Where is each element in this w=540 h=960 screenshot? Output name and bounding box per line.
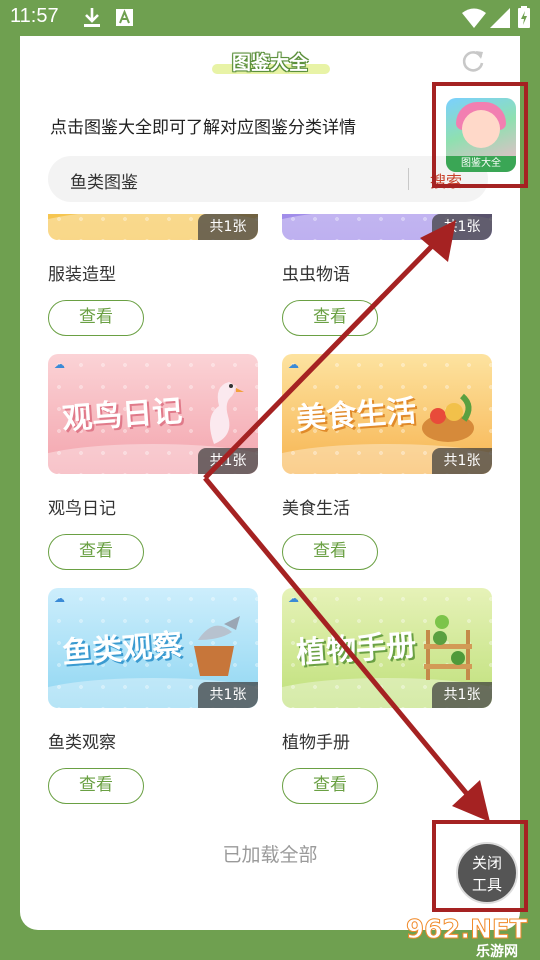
count-badge: 共1张 bbox=[432, 448, 492, 474]
category-name: 服装造型 bbox=[48, 265, 116, 285]
wifi-icon bbox=[462, 8, 486, 28]
bird-icon bbox=[210, 382, 244, 444]
view-button[interactable]: 查看 bbox=[48, 534, 144, 570]
instruction-text: 点击图鉴大全即可了解对应图鉴分类详情 bbox=[50, 118, 356, 138]
status-bar: 11:57 bbox=[0, 0, 540, 36]
character-face bbox=[462, 110, 500, 148]
view-button[interactable]: 查看 bbox=[282, 768, 378, 804]
search-input[interactable]: 鱼类图鉴 bbox=[70, 168, 138, 193]
category-thumbnail[interactable]: ☁ 美食生活 共1张 bbox=[282, 354, 492, 474]
count-badge: 共1张 bbox=[432, 682, 492, 708]
site-watermark: 962.NET 乐游网 bbox=[406, 915, 529, 960]
view-button[interactable]: 查看 bbox=[282, 534, 378, 570]
refresh-icon[interactable] bbox=[460, 48, 486, 74]
download-icon bbox=[84, 8, 100, 27]
banner-title: 植物手册 bbox=[295, 627, 418, 672]
category-thumbnail[interactable]: 共1张 bbox=[282, 214, 492, 240]
category-thumbnail[interactable]: ☁ 鱼类观察 共1张 bbox=[48, 588, 258, 708]
status-time: 11:57 bbox=[10, 5, 59, 27]
game-logo: ☁ bbox=[288, 592, 299, 605]
list-item: 共1张 服装造型 查看 bbox=[48, 214, 258, 336]
category-name: 虫虫物语 bbox=[282, 265, 350, 285]
category-name: 鱼类观察 bbox=[48, 733, 116, 753]
category-thumbnail[interactable]: ☁ 植物手册 共1张 bbox=[282, 588, 492, 708]
game-logo: ☁ bbox=[288, 358, 299, 371]
watermark-bottom: 乐游网 bbox=[476, 943, 518, 960]
category-name: 美食生活 bbox=[282, 499, 350, 519]
list-item: ☁ 观鸟日记 共1张 观鸟日记 查看 bbox=[48, 354, 258, 570]
count-badge: 共1张 bbox=[198, 448, 258, 474]
app-icon-caption: 图鉴大全 bbox=[446, 156, 516, 172]
search-divider bbox=[408, 168, 409, 190]
a-notification-icon bbox=[116, 9, 133, 26]
banner-title: 鱼类观察 bbox=[61, 627, 184, 672]
list-item: ☁ 美食生活 共1张 美食生活 查看 bbox=[282, 354, 492, 570]
search-bar: 鱼类图鉴 搜索 bbox=[48, 156, 488, 202]
list-item: 共1张 虫虫物语 查看 bbox=[282, 214, 492, 336]
list-item: ☁ 植物手册 共1张 植物手册 查看 bbox=[282, 588, 492, 804]
list-item: ☁ 鱼类观察 共1张 鱼类观察 查看 bbox=[48, 588, 258, 804]
banner-title: 美食生活 bbox=[295, 393, 418, 438]
category-name: 观鸟日记 bbox=[48, 499, 116, 519]
close-tool-line2: 工具 bbox=[471, 876, 502, 894]
view-button[interactable]: 查看 bbox=[48, 768, 144, 804]
category-name: 植物手册 bbox=[282, 733, 350, 753]
banner-title: 观鸟日记 bbox=[61, 393, 184, 438]
game-logo: ☁ bbox=[54, 592, 65, 605]
count-badge: 共1张 bbox=[198, 682, 258, 708]
fish-bucket-icon bbox=[194, 616, 240, 676]
count-badge: 共1张 bbox=[432, 214, 492, 240]
category-thumbnail[interactable]: 共1张 bbox=[48, 214, 258, 240]
battery-charging-icon bbox=[518, 6, 530, 28]
app-icon[interactable]: 图鉴大全 bbox=[446, 98, 516, 172]
count-badge: 共1张 bbox=[198, 214, 258, 240]
view-button[interactable]: 查看 bbox=[282, 300, 378, 336]
close-tool-highlight: 关闭 工具 bbox=[432, 820, 528, 912]
close-tool-button[interactable]: 关闭 工具 bbox=[456, 842, 518, 904]
watermark-top: 962.NET bbox=[406, 915, 528, 945]
header: 图鉴大全 bbox=[20, 44, 520, 80]
close-tool-line1: 关闭 bbox=[471, 854, 502, 872]
view-button[interactable]: 查看 bbox=[48, 300, 144, 336]
food-basket-icon bbox=[422, 393, 474, 442]
page-title: 图鉴大全 bbox=[231, 52, 308, 74]
app-icon-highlight: 图鉴大全 bbox=[432, 82, 528, 188]
game-logo: ☁ bbox=[54, 358, 65, 371]
category-thumbnail[interactable]: ☁ 观鸟日记 共1张 bbox=[48, 354, 258, 474]
signal-icon bbox=[490, 8, 510, 28]
plant-shelf-icon bbox=[424, 615, 472, 680]
